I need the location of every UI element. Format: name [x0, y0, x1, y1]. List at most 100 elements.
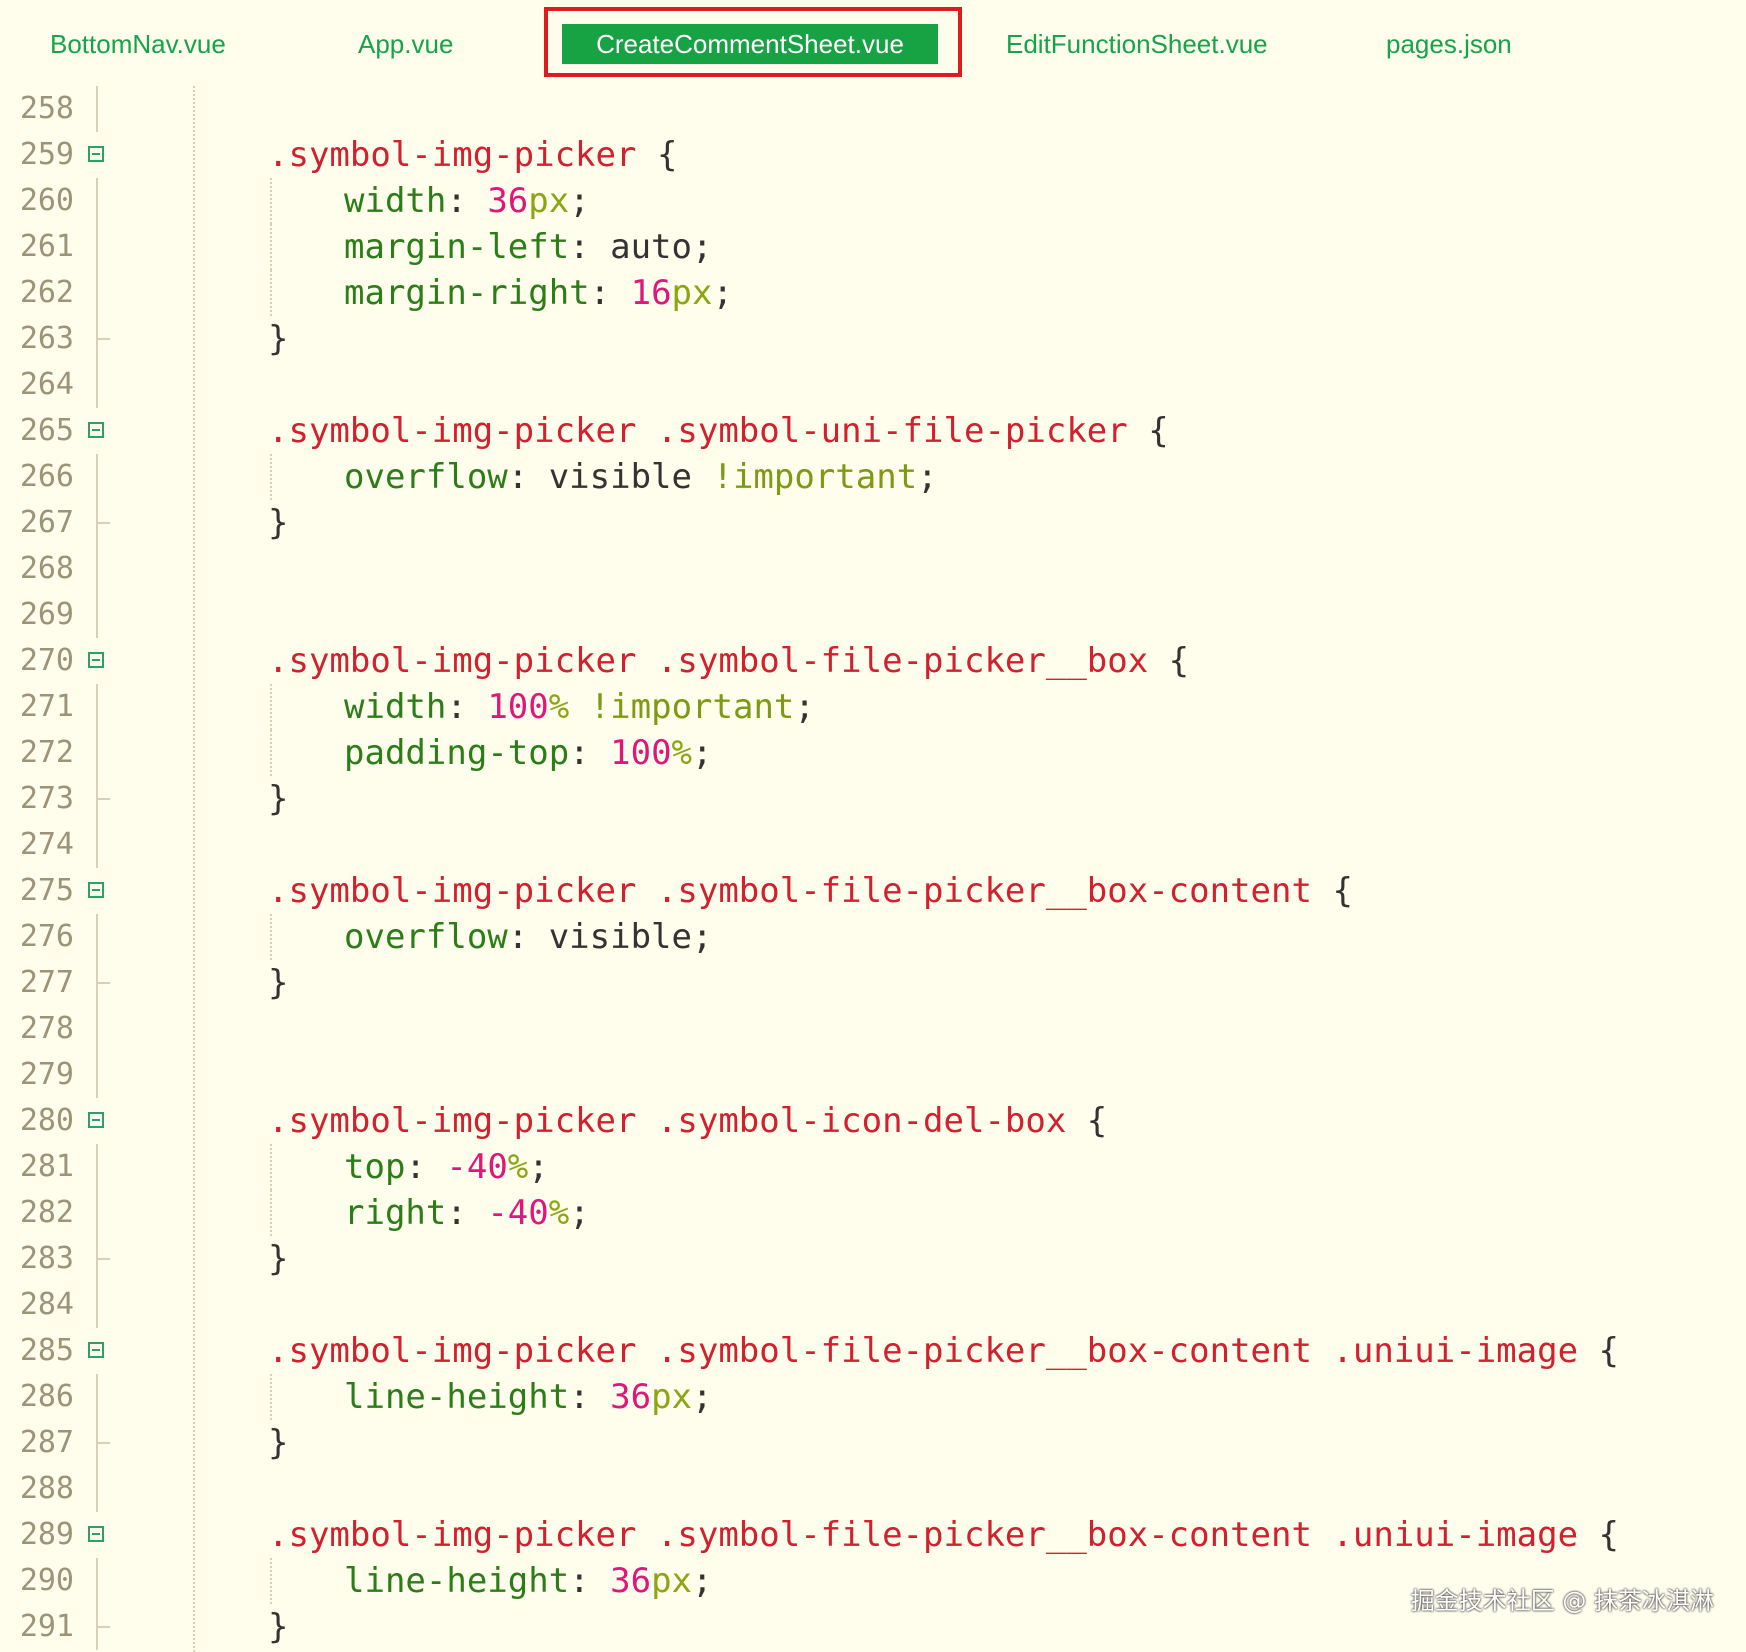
fold-gutter-line [96, 592, 98, 638]
fold-toggle-icon[interactable] [88, 146, 104, 162]
code-line[interactable]: 285 .symbol-img-picker .symbol-file-picke… [0, 1328, 1746, 1374]
code-line[interactable]: 263} [0, 316, 1746, 362]
code-line[interactable]: 286 line-height: 36px; [0, 1374, 1746, 1420]
line-number: 286 [19, 1379, 74, 1414]
code-line[interactable]: 275 .symbol-img-picker .symbol-file-picke… [0, 868, 1746, 914]
code-token-prop: margin-right [344, 273, 590, 313]
code-line[interactable]: 260 width: 36px; [0, 178, 1746, 224]
code-line[interactable]: 280 .symbol-img-picker .symbol-icon-del-b… [0, 1098, 1746, 1144]
code-line[interactable]: 281 top: -40%; [0, 1144, 1746, 1190]
code-text: right: -40%; [268, 1190, 590, 1236]
code-token-unit: % [548, 1193, 570, 1233]
code-token-prop: width [344, 687, 447, 727]
code-text: } [268, 1236, 288, 1282]
fold-toggle-icon[interactable] [88, 1112, 104, 1128]
tab-bottomnav-vue[interactable]: BottomNav.vue [50, 24, 226, 64]
fold-toggle-icon[interactable] [88, 652, 104, 668]
code-editor[interactable]: 258 259 .symbol-img-picker {260 width: 36px… [0, 86, 1746, 1652]
fold-gutter-line [96, 1006, 98, 1052]
code-token-plain: ; [569, 181, 590, 221]
code-token-plain: : [569, 1561, 611, 1601]
line-number: 263 [19, 321, 74, 356]
code-line[interactable]: 284 [0, 1282, 1746, 1328]
code-line[interactable]: 273} [0, 776, 1746, 822]
code-line[interactable]: 264 [0, 362, 1746, 408]
line-number: 260 [19, 183, 74, 218]
code-line[interactable]: 272 padding-top: 100%; [0, 730, 1746, 776]
fold-toggle-icon[interactable] [88, 882, 104, 898]
line-number: 289 [19, 1517, 74, 1552]
code-text: margin-right: 16px; [268, 270, 733, 316]
code-token-num: 36 [487, 181, 529, 221]
fold-gutter-line [96, 1052, 98, 1098]
line-number: 264 [19, 367, 74, 402]
code-token-sel: .symbol-img-picker .symbol-uni-file-pick… [268, 411, 1128, 451]
code-token-plain: : [446, 687, 488, 727]
code-text: .symbol-img-picker .symbol-file-picker__… [268, 1512, 1619, 1558]
code-line[interactable]: 259 .symbol-img-picker { [0, 132, 1746, 178]
code-token-prop: margin-left [344, 227, 570, 267]
code-token-num: -40 [487, 1193, 549, 1233]
tab-editfunctionsheet-vue[interactable]: EditFunctionSheet.vue [1006, 24, 1268, 64]
line-number: 280 [19, 1103, 74, 1138]
code-line[interactable]: 278 [0, 1006, 1746, 1052]
code-text: .symbol-img-picker .symbol-file-picker__… [268, 638, 1189, 684]
code-line[interactable]: 267} [0, 500, 1746, 546]
fold-gutter-line [96, 454, 98, 500]
code-line[interactable]: 274 [0, 822, 1746, 868]
code-line[interactable]: 271 width: 100% !important; [0, 684, 1746, 730]
fold-toggle-icon[interactable] [88, 1342, 104, 1358]
tab-app-vue[interactable]: App.vue [358, 24, 453, 64]
line-number: 282 [19, 1195, 74, 1230]
code-line[interactable]: 276 overflow: visible; [0, 914, 1746, 960]
code-token-plain: } [268, 319, 289, 359]
tab-createcommentsheet-vue[interactable]: CreateCommentSheet.vue [562, 24, 938, 64]
code-line[interactable]: 266 overflow: visible !important; [0, 454, 1746, 500]
code-token-unit: px [528, 181, 570, 221]
code-token-num: 100 [487, 687, 549, 727]
code-token-num: 100 [610, 733, 672, 773]
line-number: 275 [19, 873, 74, 908]
code-token-unit: px [651, 1377, 693, 1417]
code-token-unit: % [548, 687, 570, 727]
tab-pages-json[interactable]: pages.json [1386, 24, 1512, 64]
fold-toggle-icon[interactable] [88, 422, 104, 438]
code-line[interactable]: 283} [0, 1236, 1746, 1282]
code-token-plain: : auto; [569, 227, 713, 267]
fold-gutter-line [96, 178, 98, 224]
code-line[interactable]: 262 margin-right: 16px; [0, 270, 1746, 316]
code-token-plain: { [636, 135, 678, 175]
code-line[interactable]: 261 margin-left: auto; [0, 224, 1746, 270]
code-token-plain: { [1127, 411, 1169, 451]
code-text: line-height: 36px; [268, 1558, 713, 1604]
code-line[interactable]: 268 [0, 546, 1746, 592]
code-token-sel: .symbol-img-picker .symbol-icon-del-box [268, 1101, 1067, 1141]
line-number: 287 [19, 1425, 74, 1460]
code-line[interactable]: 258 [0, 86, 1746, 132]
line-number: 261 [19, 229, 74, 264]
code-token-prop: padding-top [344, 733, 570, 773]
code-line[interactable]: 265 .symbol-img-picker .symbol-uni-file-p… [0, 408, 1746, 454]
code-line[interactable]: 270 .symbol-img-picker .symbol-file-picke… [0, 638, 1746, 684]
line-number: 285 [19, 1333, 74, 1368]
code-line[interactable]: 279 [0, 1052, 1746, 1098]
code-line[interactable]: 269 [0, 592, 1746, 638]
code-token-kw: !important [712, 457, 918, 497]
code-text: } [268, 316, 288, 362]
code-line[interactable]: 289 .symbol-img-picker .symbol-file-picke… [0, 1512, 1746, 1558]
code-token-prop: overflow [344, 917, 508, 957]
line-number: 288 [19, 1471, 74, 1506]
fold-toggle-icon[interactable] [88, 1526, 104, 1542]
code-text: overflow: visible; [268, 914, 712, 960]
fold-gutter-line [96, 1374, 98, 1420]
code-line[interactable]: 282 right: -40%; [0, 1190, 1746, 1236]
code-line[interactable]: 287} [0, 1420, 1746, 1466]
code-token-plain: ; [712, 273, 733, 313]
code-text: margin-left: auto; [268, 224, 712, 270]
code-token-prop: overflow [344, 457, 508, 497]
line-number: 276 [19, 919, 74, 954]
code-token-plain: } [268, 963, 289, 1003]
code-line[interactable]: 288 [0, 1466, 1746, 1512]
code-line[interactable]: 277} [0, 960, 1746, 1006]
line-number: 284 [19, 1287, 74, 1322]
